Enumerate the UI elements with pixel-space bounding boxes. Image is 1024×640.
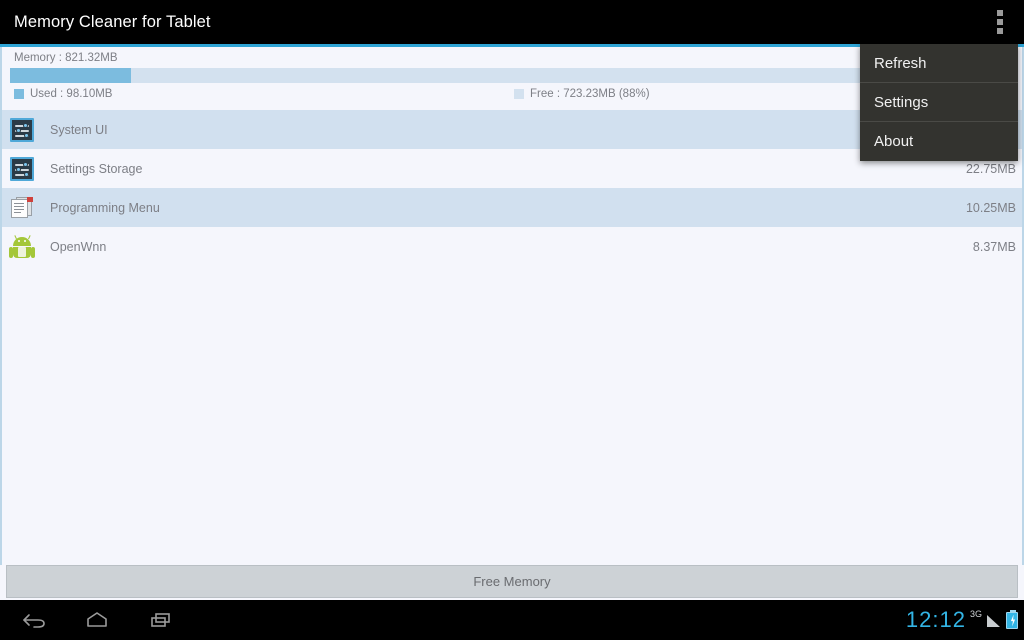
app-name: OpenWnn [50, 239, 107, 254]
network-type-label: 3G [969, 609, 982, 619]
app-list-row[interactable]: OpenWnn 8.37MB [2, 227, 1022, 266]
memory-legend: Used : 98.10MB Free : 723.23MB (88%) [2, 88, 1010, 106]
memory-usage-bar-fill [10, 68, 131, 83]
overflow-menu-button[interactable] [976, 0, 1024, 44]
settings-sliders-icon [10, 117, 34, 142]
app-name: System UI [50, 122, 108, 137]
overflow-dots-icon [997, 10, 1003, 16]
home-button[interactable] [66, 600, 128, 640]
free-memory-button[interactable]: Free Memory [6, 565, 1018, 598]
status-area: 12:12 3G [906, 600, 1018, 640]
overflow-dots-icon [997, 28, 1003, 34]
free-swatch-icon [514, 89, 524, 99]
used-swatch-icon [14, 89, 24, 99]
screen: Memory Cleaner for Tablet Memory : 821.3… [0, 0, 1024, 640]
legend-free-label: Free : 723.23MB (88%) [530, 88, 650, 100]
back-button[interactable] [4, 600, 66, 640]
settings-sliders-icon [10, 156, 34, 181]
overflow-popup-menu: Refresh Settings About [860, 44, 1018, 161]
memory-total-label: Memory : 821.32MB [14, 52, 118, 64]
menu-item-about[interactable]: About [860, 122, 1018, 161]
legend-used-label: Used : 98.10MB [30, 88, 113, 100]
page-title: Memory Cleaner for Tablet [14, 12, 211, 31]
menu-item-settings[interactable]: Settings [860, 83, 1018, 122]
app-name: Settings Storage [50, 161, 143, 176]
recents-button[interactable] [130, 600, 192, 640]
home-icon [87, 612, 107, 627]
app-memory-size: 8.37MB [972, 239, 1016, 254]
app-memory-size: 22.75MB [965, 161, 1016, 176]
legend-free: Free : 723.23MB (88%) [514, 88, 650, 100]
recents-icon [151, 613, 170, 627]
back-arrow-icon [23, 614, 45, 628]
overflow-dots-icon [997, 19, 1003, 25]
menu-item-refresh[interactable]: Refresh [860, 44, 1018, 83]
battery-charging-icon [1006, 609, 1018, 629]
app-list-row[interactable]: Programming Menu 10.25MB [2, 188, 1022, 227]
android-navigation-bar: 12:12 3G [0, 600, 1024, 640]
android-robot-icon [9, 234, 35, 259]
document-stack-icon [10, 196, 34, 220]
signal-bars-icon [987, 614, 1001, 627]
app-name: Programming Menu [50, 200, 160, 215]
free-memory-label: Free Memory [473, 574, 551, 589]
status-clock: 12:12 [905, 607, 966, 632]
title-bar: Memory Cleaner for Tablet [0, 0, 1024, 44]
app-memory-size: 10.25MB [965, 200, 1016, 215]
legend-used: Used : 98.10MB [14, 88, 112, 100]
